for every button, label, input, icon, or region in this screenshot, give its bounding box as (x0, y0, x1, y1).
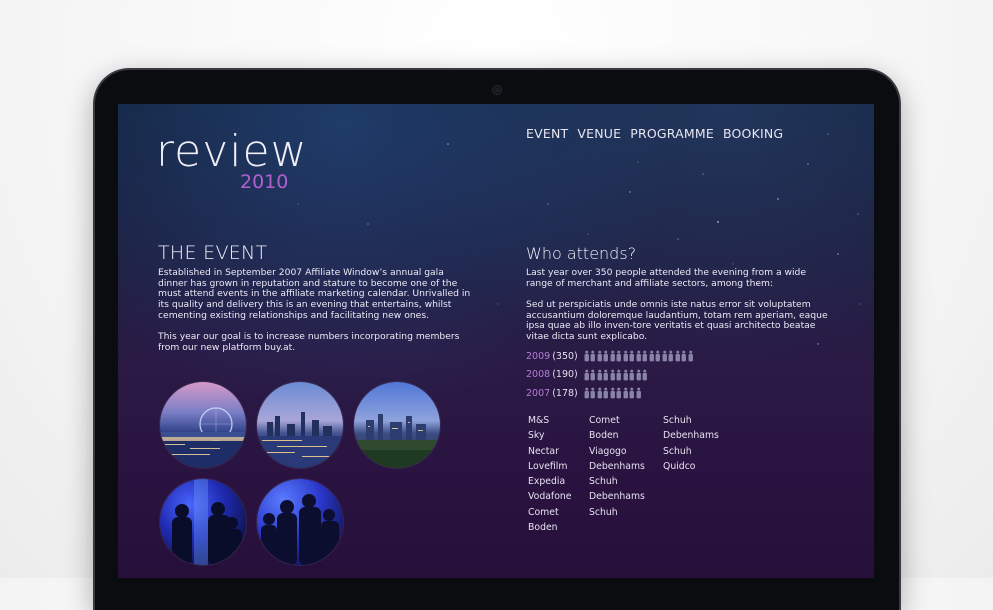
stat-year: 2009 (526, 350, 551, 362)
stat-count: (350) (552, 350, 578, 362)
sponsor-column: M&S Sky Nectar Lovefilm Expedia Vodafone… (528, 413, 589, 535)
person-icon (642, 350, 648, 362)
party-photo-2[interactable] (257, 479, 343, 565)
person-icon (629, 387, 635, 399)
person-icon (655, 350, 661, 362)
sponsor-name: Lovefilm (528, 460, 568, 472)
person-icon (590, 369, 596, 381)
stat-count: (190) (552, 369, 578, 381)
person-icon (603, 387, 609, 399)
nav-item-event[interactable]: EVENT (526, 126, 568, 141)
event-paragraph-2: This year our goal is to increase number… (158, 331, 460, 353)
stat-count: (178) (552, 387, 578, 399)
sponsor-name: Viagogo (589, 445, 627, 457)
sponsor-name: Sky (528, 430, 545, 442)
sponsor-list: M&S Sky Nectar Lovefilm Expedia Vodafone… (528, 413, 733, 535)
person-icon (597, 369, 602, 381)
person-icon (597, 350, 602, 362)
person-icon (584, 369, 589, 381)
sponsor-name: Boden (589, 430, 619, 442)
person-icon (668, 350, 674, 362)
sponsor-column: Schuh Debenhams Schuh Quidco (663, 413, 733, 535)
person-icon (597, 387, 602, 399)
person-icon (642, 369, 648, 381)
attends-paragraph-2: Sed ut perspiciatis unde omnis iste natu… (526, 299, 828, 343)
person-icon (603, 369, 609, 381)
person-icon (584, 387, 589, 399)
person-icon (623, 387, 628, 399)
logo-year: 2010 (240, 171, 289, 193)
sponsor-column: Comet Boden Viagogo Debenhams Schuh Debe… (589, 413, 663, 535)
person-icon (610, 350, 615, 362)
sponsor-name: Schuh (663, 445, 692, 457)
main-nav: EVENT VENUE PROGRAMME BOOKING (526, 126, 783, 141)
nav-item-venue[interactable]: VENUE (577, 126, 621, 141)
people-icons (584, 350, 694, 362)
website-screen: review 2010 EVENT VENUE PROGRAMME BOOKIN… (118, 104, 874, 578)
person-icon (590, 350, 596, 362)
sponsor-name: Quidco (663, 460, 696, 472)
sponsor-name: Debenhams (589, 460, 645, 472)
stat-row-2008: 2008 (190) (526, 366, 693, 385)
london-eye-photo[interactable] (160, 382, 246, 468)
person-icon (603, 350, 609, 362)
sponsor-name: Debenhams (663, 430, 719, 442)
sponsor-name: Nectar (528, 445, 559, 457)
person-icon (629, 369, 635, 381)
stat-row-2007: 2007 (178) (526, 384, 693, 403)
person-icon (610, 387, 615, 399)
person-icon (636, 387, 641, 399)
party-photo-1[interactable] (160, 479, 246, 565)
sponsor-name: Schuh (663, 415, 692, 426)
london-city-photo[interactable] (354, 382, 440, 468)
person-icon (616, 350, 622, 362)
sponsor-name: Comet (528, 506, 559, 518)
camera-icon (493, 86, 501, 94)
person-icon (662, 350, 667, 362)
person-icon (610, 369, 615, 381)
person-icon (688, 350, 693, 362)
person-icon (649, 350, 654, 362)
people-icons (584, 387, 642, 399)
sponsor-name: Schuh (589, 476, 618, 488)
sponsor-name: Debenhams (589, 491, 645, 503)
attendance-stats: 2009 (350) 2008 (190) 2007 (178) (526, 347, 693, 403)
stat-row-2009: 2009 (350) (526, 347, 693, 366)
london-skyline-photo[interactable] (257, 382, 343, 468)
sponsor-name: Expedia (528, 476, 566, 488)
person-icon (584, 350, 589, 362)
person-icon (675, 350, 680, 362)
person-icon (681, 350, 687, 362)
event-heading: THE EVENT (158, 242, 268, 264)
attends-heading: Who attends? (526, 244, 637, 263)
person-icon (629, 350, 635, 362)
stat-year: 2008 (526, 369, 551, 381)
photo-gallery (158, 382, 458, 572)
nav-item-booking[interactable]: BOOKING (723, 126, 783, 141)
person-icon (636, 350, 641, 362)
person-icon (590, 387, 596, 399)
people-icons (584, 369, 648, 381)
person-icon (616, 387, 622, 399)
sponsor-name: Comet (589, 415, 620, 426)
event-paragraph-1: Established in September 2007 Affiliate … (158, 267, 471, 321)
nav-item-programme[interactable]: PROGRAMME (630, 126, 714, 141)
sponsor-name: Schuh (589, 506, 618, 518)
person-icon (623, 369, 628, 381)
person-icon (636, 369, 641, 381)
sponsor-name: Vodafone (528, 491, 572, 503)
attends-paragraph-1: Last year over 350 people attended the e… (526, 267, 807, 289)
sponsor-name: Boden (528, 522, 558, 534)
sponsor-name: M&S (528, 415, 550, 426)
stat-year: 2007 (526, 387, 551, 399)
person-icon (616, 369, 622, 381)
person-icon (623, 350, 628, 362)
